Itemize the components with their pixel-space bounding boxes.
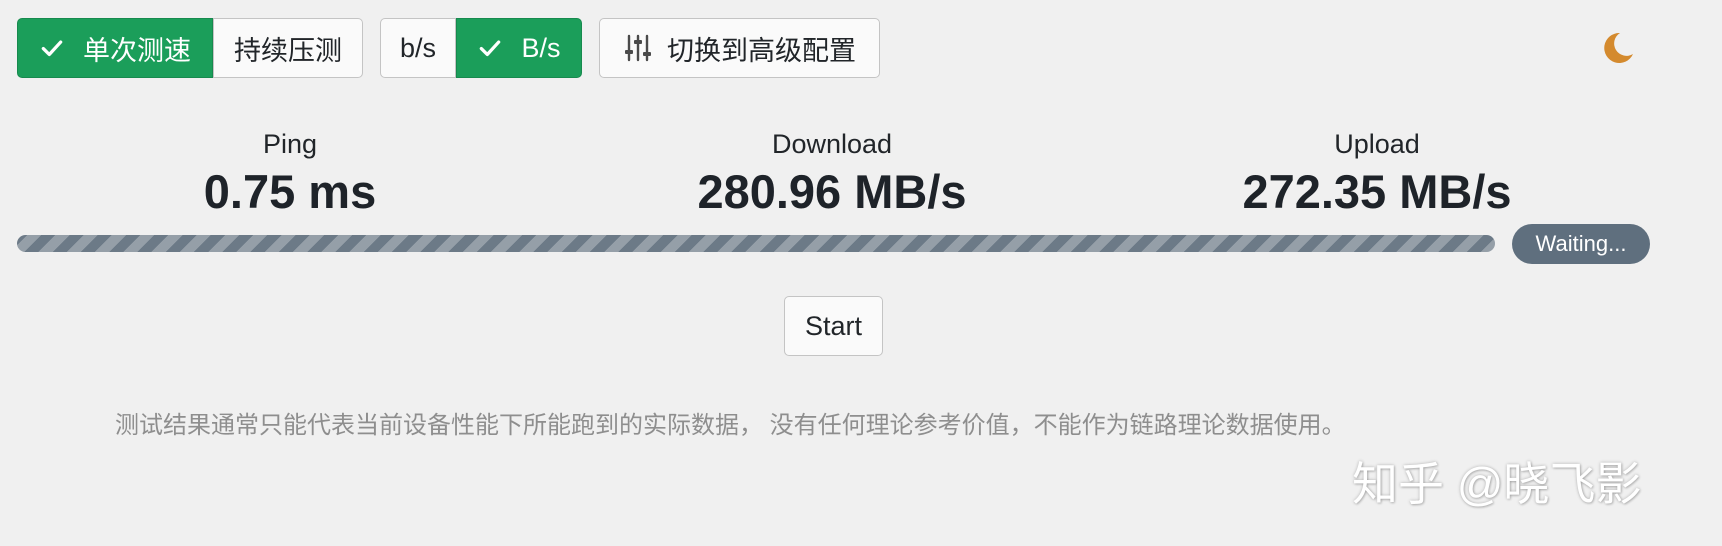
watermark: 知乎 @晓飞影 — [1352, 458, 1642, 510]
bits-unit-button[interactable]: b/s — [380, 18, 456, 78]
check-icon — [477, 35, 503, 61]
status-badge: Waiting... — [1512, 224, 1650, 264]
ping-value: 0.75 ms — [203, 165, 377, 218]
continuous-test-label: 持续压测 — [234, 35, 342, 66]
bits-unit-label: b/s — [399, 32, 437, 63]
upload-metric: Upload 272.35 MB/s — [1227, 128, 1527, 220]
moon-icon[interactable] — [1600, 30, 1636, 66]
single-test-label: 单次测速 — [83, 35, 191, 66]
progress-fill — [17, 235, 1495, 252]
progress-bar — [17, 235, 1495, 252]
bytes-unit-button[interactable]: B/s — [456, 18, 582, 78]
unit-group: b/s B/s — [380, 18, 582, 78]
speedtest-page: 单次测速 持续压测 b/s B/s 切换到高级配置 Ping 0.75 ms D… — [0, 0, 1722, 546]
single-test-button[interactable]: 单次测速 — [17, 18, 213, 78]
disclaimer-text: 测试结果通常只能代表当前设备性能下所能跑到的实际数据， 没有任何理论参考价值，不… — [115, 412, 1346, 439]
download-metric: Download 280.96 MB/s — [682, 128, 982, 220]
download-label: Download — [771, 129, 893, 159]
advanced-config-button[interactable]: 切换到高级配置 — [599, 18, 880, 78]
bytes-unit-label: B/s — [521, 32, 561, 63]
upload-value: 272.35 MB/s — [1242, 165, 1512, 218]
sliders-icon — [623, 33, 653, 63]
check-icon — [39, 35, 65, 61]
download-value: 280.96 MB/s — [697, 165, 967, 218]
ping-label: Ping — [262, 129, 318, 159]
upload-label: Upload — [1334, 129, 1420, 159]
toolbar: 单次测速 持续压测 b/s B/s 切换到高级配置 — [17, 18, 880, 78]
test-mode-group: 单次测速 持续压测 — [17, 18, 363, 78]
start-button[interactable]: Start — [784, 296, 883, 356]
ping-metric: Ping 0.75 ms — [140, 128, 440, 220]
advanced-config-label: 切换到高级配置 — [667, 35, 856, 66]
continuous-test-button[interactable]: 持续压测 — [213, 18, 363, 78]
